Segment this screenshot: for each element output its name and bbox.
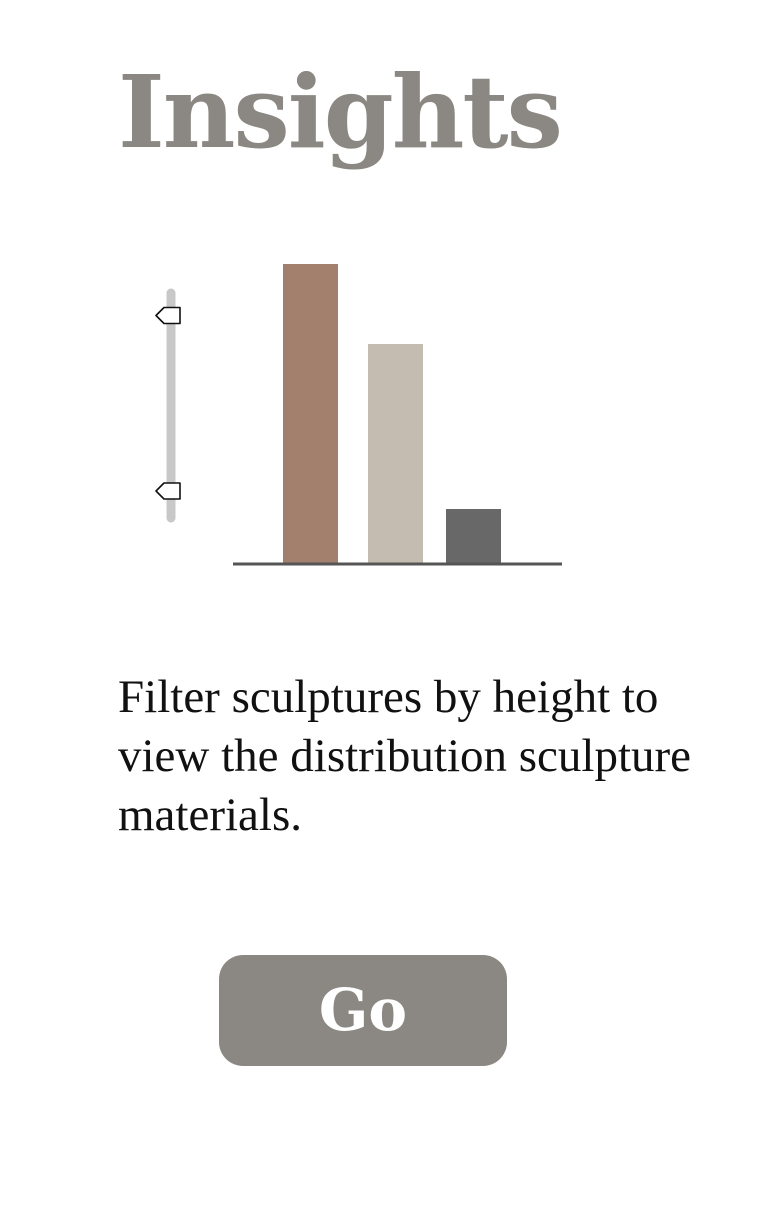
bar-3 xyxy=(446,509,501,564)
filter-description: Filter sculptures by height to view the … xyxy=(118,671,692,841)
bar-2 xyxy=(368,344,423,564)
page-title: Insights xyxy=(118,53,563,171)
height-filter-chart xyxy=(140,250,580,580)
height-slider-lower-handle[interactable] xyxy=(155,482,181,500)
go-button[interactable]: Go xyxy=(219,955,507,1066)
height-slider-upper-handle[interactable] xyxy=(155,306,181,325)
material-distribution-chart xyxy=(155,264,562,566)
bars xyxy=(283,264,501,564)
bar-1 xyxy=(283,264,338,564)
